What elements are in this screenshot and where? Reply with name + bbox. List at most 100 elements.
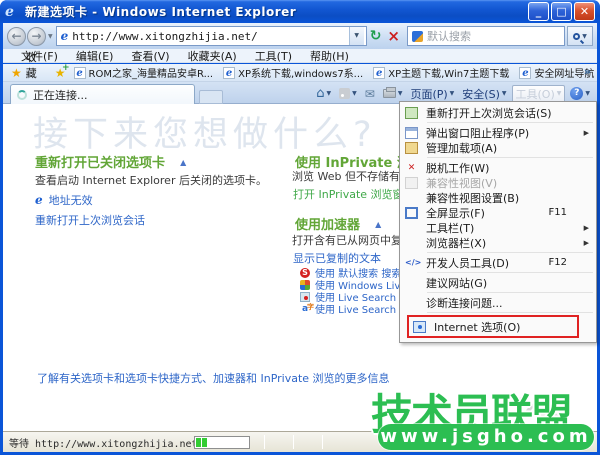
url-text[interactable]: http://www.xitongzhijia.net/ (72, 30, 348, 43)
submenu-arrow-icon: ▶ (584, 129, 589, 137)
page-title: 接下来您想做什么? (33, 106, 377, 157)
progress-bar (194, 436, 250, 449)
search-box[interactable]: 默认搜索 (407, 26, 565, 46)
add-favorite-icon[interactable]: ★ (55, 66, 66, 80)
accelerator-desc: 打开含有已从网页中复制 (292, 232, 413, 248)
status-text: 等待 http://www.xitongzhijia.net/... (9, 435, 194, 450)
learn-more-link[interactable]: 了解有关选项卡和选项卡快捷方式、加速器和 InPrivate 浏览的更多信息 (37, 370, 390, 386)
feeds-button[interactable]: ▼ (336, 85, 360, 103)
printer-icon (383, 89, 396, 98)
menu-item-work-offline[interactable]: ✕ 脱机工作(W) (401, 160, 595, 175)
menu-item-diagnose-connection[interactable]: 诊断连接问题... (401, 295, 595, 310)
show-copied-text-link[interactable]: 显示已复制的文本 (293, 250, 381, 266)
menu-item-manage-addons[interactable]: 管理加载项(A) (401, 140, 595, 155)
favorites-bar: ★ 收藏夹 ★ e ROM之家_海量精品安卓R... e XP系统下载,wind… (3, 64, 597, 82)
page-icon: e (61, 29, 69, 43)
stop-button[interactable]: × (384, 26, 403, 46)
menu-item-toolbars[interactable]: 工具栏(T) ▶ (401, 220, 595, 235)
menu-file[interactable]: 文件(F) (12, 48, 67, 64)
map-icon (300, 292, 310, 302)
print-button[interactable]: ▼ (380, 85, 406, 103)
search-provider-icon (412, 31, 423, 42)
menu-item-suggested-sites[interactable]: 建议网站(G) (401, 275, 595, 290)
shortcut-key: F11 (549, 207, 567, 218)
tab-title: 正在连接... (33, 87, 88, 103)
menu-edit[interactable]: 编辑(E) (67, 48, 123, 64)
menu-item-explorer-bars[interactable]: 浏览器栏(X) ▶ (401, 235, 595, 250)
menu-item-popup-blocker[interactable]: 弹出窗口阻止程序(P) ▶ (401, 125, 595, 140)
divider (264, 435, 265, 449)
reopen-session-link[interactable]: 重新打开上次浏览会话 (35, 212, 145, 228)
favorite-link[interactable]: e ROM之家_海量精品安卓R... (74, 65, 214, 80)
manage-addons-icon (405, 142, 418, 154)
mail-icon: ✉ (365, 88, 375, 100)
collapse-arrow-icon[interactable]: ▲ (180, 158, 186, 167)
address-dropdown-button[interactable]: ▼ (349, 27, 364, 45)
menu-separator (427, 157, 593, 158)
overflow-chevron-icon[interactable]: » (584, 65, 591, 78)
popup-blocker-icon (405, 127, 418, 139)
divider (322, 435, 323, 449)
favorite-link[interactable]: e XP主题下载,Win7主题下载 (373, 65, 509, 80)
window-title: 新建选项卡 - Windows Internet Explorer (25, 3, 526, 20)
search-icon (573, 33, 580, 40)
restore-session-icon (405, 107, 418, 119)
chevron-down-icon: ▼ (557, 90, 562, 97)
page-button[interactable]: 页面(P) ▼ (407, 85, 457, 103)
menu-separator (427, 122, 593, 123)
menu-tools[interactable]: 工具(T) (246, 48, 301, 64)
chevron-down-icon: ▼ (585, 90, 590, 97)
active-tab[interactable]: 正在连接... (10, 84, 195, 104)
help-button[interactable]: ? ▼ (567, 85, 593, 103)
refresh-button[interactable]: ↻ (367, 26, 385, 46)
menu-item-reopen-session[interactable]: 重新打开上次浏览会话(S) (401, 105, 595, 120)
compatibility-view-icon (405, 177, 418, 189)
favicon-icon: e (223, 67, 235, 79)
open-inprivate-link[interactable]: 打开 InPrivate 浏览窗口 (293, 186, 415, 202)
menu-help[interactable]: 帮助(H) (301, 48, 358, 64)
menu-item-fullscreen[interactable]: 全屏显示(F) F11 (401, 205, 595, 220)
maximize-button[interactable]: □ (551, 2, 572, 21)
menu-item-compat-settings[interactable]: 兼容性视图设置(B) (401, 190, 595, 205)
watermark-url: www.jsgho.com (378, 424, 594, 450)
read-mail-button[interactable]: ✉ (362, 85, 378, 103)
highlight-box: Internet 选项(O) (407, 315, 579, 338)
menu-favorites[interactable]: 收藏夹(A) (179, 48, 246, 64)
search-button[interactable]: ▼ (567, 26, 593, 46)
translate-icon: a (300, 304, 310, 314)
address-bar[interactable]: e http://www.xitongzhijia.net/ ▼ (56, 26, 367, 46)
menu-view[interactable]: 查看(V) (122, 48, 178, 64)
chevron-down-icon: ▼ (450, 90, 455, 97)
close-button[interactable]: ✕ (574, 2, 595, 21)
safety-button[interactable]: 安全(S) ▼ (459, 85, 509, 103)
new-tab-button[interactable] (199, 90, 223, 104)
forward-button[interactable]: → (27, 27, 46, 46)
collapse-arrow-icon[interactable]: ▲ (375, 220, 381, 229)
chevron-down-icon: ▼ (352, 90, 357, 97)
submenu-arrow-icon: ▶ (584, 239, 589, 247)
loading-spinner-icon (17, 90, 27, 100)
tools-button[interactable]: 工具(O) ▼ (512, 85, 566, 103)
search-options-icon[interactable]: ▼ (582, 33, 587, 40)
home-button[interactable]: ⌂ ▼ (313, 85, 334, 103)
back-button[interactable]: ← (7, 27, 26, 46)
invalid-address-link[interactable]: e 地址无效 (35, 192, 93, 208)
favicon-icon: e (74, 67, 86, 79)
favorite-link[interactable]: e XP系统下载,windows7系... (223, 65, 363, 80)
chevron-down-icon: ▼ (502, 90, 507, 97)
help-icon: ? (570, 87, 583, 100)
menu-item-developer-tools[interactable]: </> 开发人员工具(D) F12 (401, 255, 595, 270)
menu-separator (427, 292, 593, 293)
accelerator-link[interactable]: a 使用 Live Search (300, 301, 396, 316)
divider (293, 435, 294, 449)
search-placeholder: 默认搜索 (427, 28, 471, 44)
favorites-star-icon: ★ (11, 66, 22, 80)
favicon-icon: e (519, 67, 531, 79)
menu-item-internet-options[interactable]: Internet 选项(O) (409, 318, 577, 335)
ie-page-icon: e (35, 193, 43, 207)
minimize-button[interactable]: _ (528, 2, 549, 21)
rss-feed-icon (339, 88, 350, 99)
tools-menu: 重新打开上次浏览会话(S) 弹出窗口阻止程序(P) ▶ 管理加载项(A) ✕ 脱… (399, 101, 597, 343)
fullscreen-icon (405, 207, 418, 219)
history-dropdown-icon[interactable]: ▼ (48, 33, 53, 40)
